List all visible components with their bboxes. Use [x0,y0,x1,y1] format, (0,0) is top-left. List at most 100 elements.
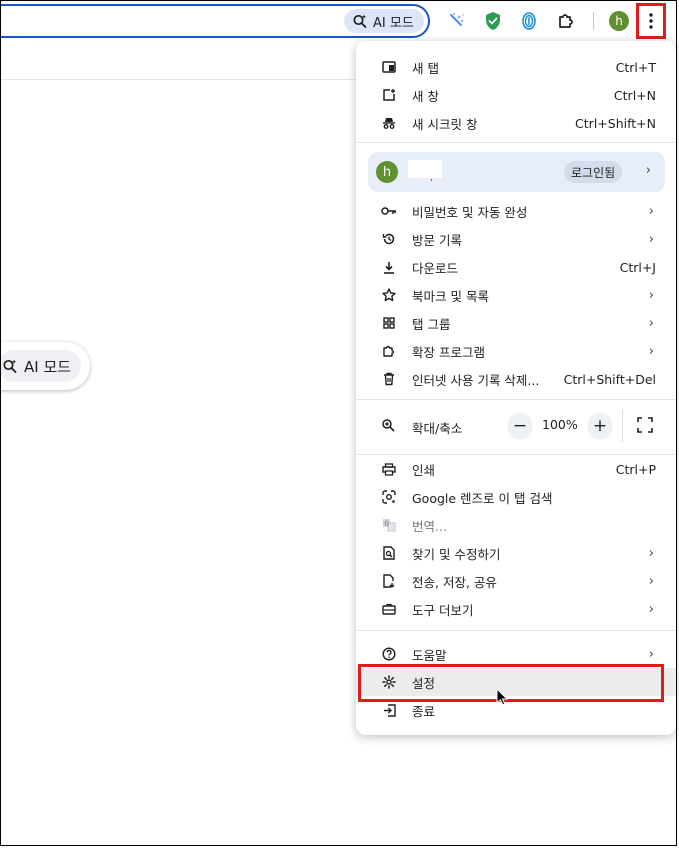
menu-button-highlight[interactable] [636,3,666,39]
profile-name-redacted [408,160,442,178]
menu-item-find-edit[interactable]: 찾기 및 수정하기 › [356,539,676,567]
fingerprint-icon[interactable] [518,10,540,32]
fullscreen-icon[interactable] [637,417,655,435]
chrome-menu: 새 탭 Ctrl+T 새 창 Ctrl+N 새 시크릿 창 Ctrl+Shift… [356,41,676,735]
history-icon [381,231,397,247]
new-window-icon [381,87,397,103]
chevron-right-icon: › [648,545,654,561]
svg-text:G: G [385,521,390,528]
menu-item-label: 인터넷 사용 기록 삭제... [412,372,540,388]
mouse-cursor-icon [496,688,508,706]
ai-mode-label: AI 모드 [373,15,414,31]
toolbar-divider [0,79,360,80]
chevron-right-icon: › [648,601,654,617]
menu-item-label: 인쇄 [412,462,436,478]
menu-item-label: 새 시크릿 창 [412,116,478,132]
menu-separator [356,630,676,631]
menu-item-extensions[interactable]: 확장 프로그램 › [356,337,676,365]
page-ai-mode-label: AI 모드 [24,357,72,376]
zoom-level: 100% [542,417,578,432]
shortcut: Ctrl+J [619,259,656,275]
extension-icon [381,343,397,359]
chevron-right-icon: › [648,287,654,303]
menu-item-incognito[interactable]: 새 시크릿 창 Ctrl+Shift+N [356,109,676,137]
chevron-right-icon: › [648,343,654,359]
menu-item-label: 도구 더보기 [412,602,474,618]
profile-row[interactable]: h , 로그인됨 › [368,152,665,192]
menu-item-label: 방문 기록 [412,232,462,248]
menu-item-new-window[interactable]: 새 창 Ctrl+N [356,81,676,109]
signed-in-badge: 로그인됨 [564,161,623,183]
menu-item-label: 전송, 저장, 공유 [412,574,497,590]
zoom-out-button[interactable]: − [507,413,533,439]
puzzle-icon[interactable] [555,10,577,32]
lens-icon [381,489,397,505]
menu-item-label: 번역... [412,518,447,534]
ai-mode-chip[interactable]: AI 모드 [344,9,424,33]
menu-separator [356,142,676,143]
ai-sparkle-search-icon [2,358,18,374]
shortcut: Ctrl+Shift+N [575,115,656,131]
profile-avatar-button[interactable]: h [608,10,630,32]
menu-item-history[interactable]: 방문 기록 › [356,225,676,253]
chevron-right-icon: › [648,646,654,662]
shortcut: Ctrl+T [615,59,656,75]
help-icon [381,646,397,662]
menu-item-print[interactable]: 인쇄 Ctrl+P [356,455,676,483]
shortcut: Ctrl+N [613,87,656,103]
menu-item-label: 종료 [412,703,436,719]
exit-icon [381,702,397,718]
menu-item-label: 새 탭 [412,60,439,76]
menu-item-bookmarks[interactable]: 북마크 및 목록 › [356,281,676,309]
chevron-right-icon: › [648,231,654,247]
download-icon [381,259,397,275]
chevron-right-icon: › [648,573,654,589]
menu-item-more-tools[interactable]: 도구 더보기 › [356,595,676,623]
menu-item-label: 찾기 및 수정하기 [412,546,501,562]
menu-item-downloads[interactable]: 다운로드 Ctrl+J [356,253,676,281]
find-icon [381,545,397,561]
menu-item-cast-save-share[interactable]: 전송, 저장, 공유 › [356,567,676,595]
menu-separator [356,399,676,400]
shortcut: Ctrl+Shift+Del [563,371,656,387]
zoom-in-button[interactable]: + [587,413,613,439]
grid-icon [381,315,397,331]
menu-item-new-tab[interactable]: 새 탭 Ctrl+T [356,53,676,81]
menu-item-translate[interactable]: G 번역... [356,511,676,539]
page-ai-mode-button[interactable]: AI 모드 [0,342,90,390]
shield-icon[interactable] [482,10,504,32]
chevron-right-icon: › [648,203,654,219]
profile-name-fragment: , [430,173,433,183]
key-icon [381,203,397,219]
kebab-icon [649,13,653,29]
menu-item-passwords[interactable]: 비밀번호 및 자동 완성 › [356,197,676,225]
menu-item-label: 도움말 [412,647,447,663]
star-icon [381,287,397,303]
avatar: h [609,11,629,31]
chevron-right-icon: › [648,315,654,331]
zoom-icon [381,418,395,432]
menu-item-label: 비밀번호 및 자동 완성 [412,204,528,220]
zoom-label: 확대/축소 [412,421,463,436]
trash-icon [381,371,397,387]
menu-item-label: 탭 그룹 [412,316,451,332]
toolbox-icon [381,601,397,617]
menu-item-label: 북마크 및 목록 [412,288,489,304]
menu-item-lens[interactable]: Google 렌즈로 이 탭 검색 [356,483,676,511]
menu-item-label: 확장 프로그램 [412,344,485,360]
chevron-right-icon: › [645,163,651,178]
menu-item-label: 다운로드 [412,260,459,276]
new-tab-icon [381,59,397,75]
zoom-row: 확대/축소 − 100% + [356,409,676,443]
share-icon [381,573,397,589]
incognito-icon [381,115,397,131]
ai-sparkle-search-icon [352,13,368,29]
print-icon [381,461,397,477]
menu-item-label: 새 창 [412,88,439,104]
settings-highlight-box [358,664,664,702]
shortcut: Ctrl+P [615,461,656,477]
menu-item-clear-data[interactable]: 인터넷 사용 기록 삭제... Ctrl+Shift+Del [356,365,676,393]
ai-extension-icon[interactable] [446,10,468,32]
menu-item-tab-groups[interactable]: 탭 그룹 › [356,309,676,337]
toolbar-separator [593,12,594,30]
